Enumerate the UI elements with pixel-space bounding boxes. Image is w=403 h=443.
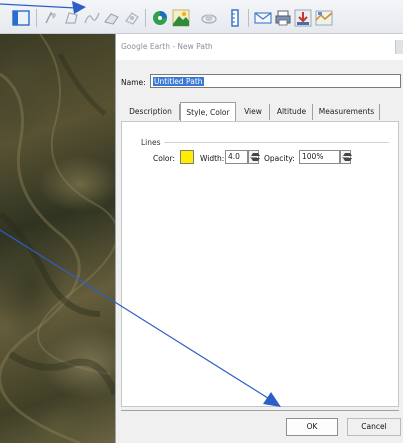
path-icon[interactable] (83, 9, 101, 27)
tab-measurements[interactable]: Measurements (314, 104, 380, 120)
map-imagery[interactable] (0, 34, 115, 443)
dialog-title: Google Earth - New Path (121, 42, 213, 51)
new-path-dialog: Google Earth - New Path Name: Untitled P… (115, 34, 403, 443)
width-value: 4.0 (228, 152, 240, 161)
close-button[interactable] (395, 40, 403, 54)
historical-imagery-icon[interactable] (151, 9, 169, 27)
width-label: Width: (200, 154, 225, 163)
opacity-field[interactable]: 100% (299, 150, 340, 164)
save-image-icon[interactable] (294, 9, 312, 27)
opacity-stepper[interactable] (340, 150, 352, 164)
width-field[interactable]: 4.0 (225, 150, 248, 164)
tab-altitude[interactable]: Altitude (271, 104, 313, 120)
ok-button[interactable]: OK (286, 418, 338, 436)
view-in-maps-icon[interactable] (315, 9, 333, 27)
sunlight-icon[interactable] (172, 9, 190, 27)
width-stepper[interactable] (248, 150, 260, 164)
sidebar-toggle-icon[interactable] (12, 9, 30, 27)
tab-view[interactable]: View (237, 104, 270, 120)
image-overlay-icon[interactable] (103, 9, 121, 27)
ruler-icon[interactable] (226, 9, 244, 27)
lines-group-label: Lines (141, 138, 161, 147)
button-divider (121, 410, 399, 411)
dialog-titlebar[interactable]: Google Earth - New Path (116, 34, 403, 60)
opacity-value: 100% (302, 152, 324, 161)
placemark-icon[interactable] (42, 9, 60, 27)
planets-icon[interactable] (200, 9, 218, 27)
tab-style-color[interactable]: Style, Color (180, 102, 236, 121)
opacity-label: Opacity: (264, 154, 295, 163)
color-label: Color: (153, 154, 175, 163)
polygon-icon[interactable] (63, 9, 81, 27)
name-field[interactable]: Untitled Path (150, 74, 401, 88)
cancel-button[interactable]: Cancel (347, 418, 401, 436)
tab-description[interactable]: Description (122, 104, 180, 120)
lines-group-divider (164, 142, 389, 143)
record-tour-icon[interactable] (123, 9, 141, 27)
name-label: Name: (121, 78, 146, 87)
toolbar (0, 0, 403, 34)
tab-bar: Description Style, Color View Altitude M… (122, 102, 380, 122)
style-color-panel (121, 121, 399, 407)
print-icon[interactable] (274, 9, 292, 27)
email-icon[interactable] (254, 9, 272, 27)
name-value: Untitled Path (153, 77, 204, 86)
color-swatch[interactable] (180, 150, 194, 164)
